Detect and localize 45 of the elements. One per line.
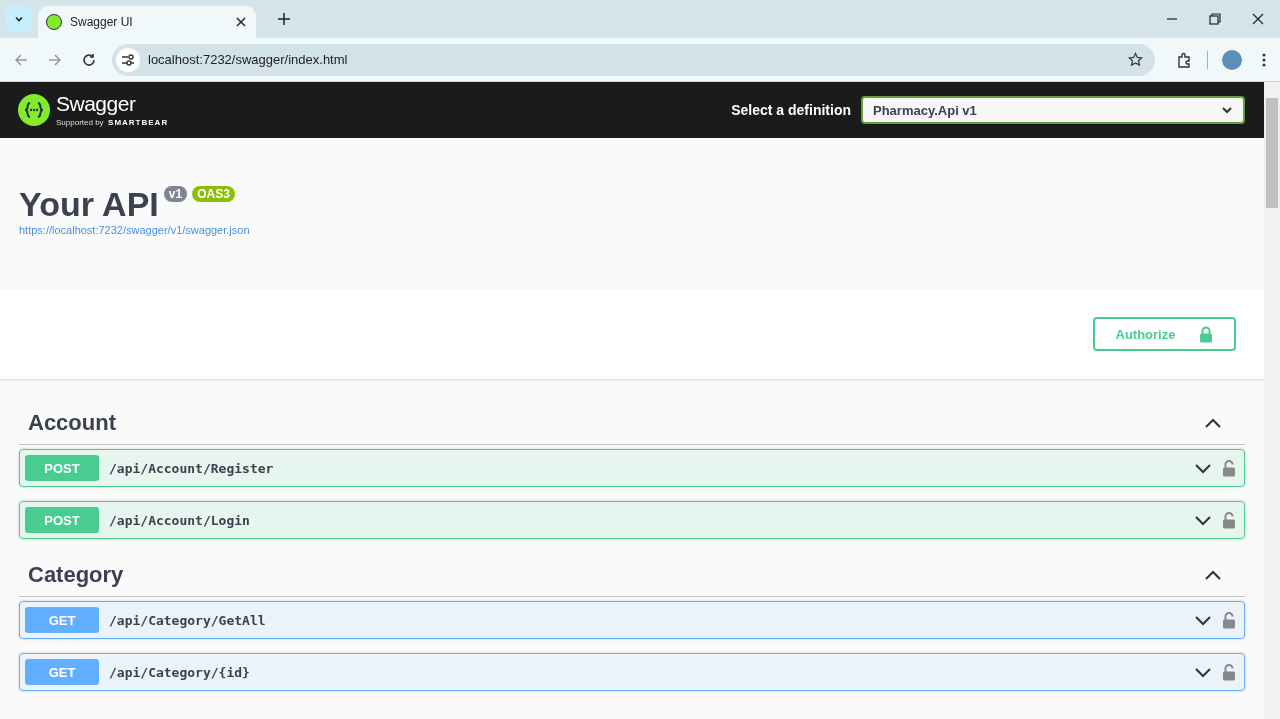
chevron-down-icon: [14, 14, 24, 24]
operation-row[interactable]: GET /api/Category/GetAll: [19, 601, 1245, 639]
new-tab-icon[interactable]: [278, 13, 290, 25]
brand-name: Swagger: [56, 92, 137, 115]
definition-select[interactable]: Pharmacy.Api v1: [861, 96, 1245, 124]
method-badge: GET: [25, 607, 99, 633]
oas-badge: OAS3: [192, 186, 235, 202]
operation-row[interactable]: POST /api/Account/Register: [19, 449, 1245, 487]
operation-row[interactable]: GET /api/Category/{id}: [19, 653, 1245, 691]
forward-icon[interactable]: [48, 52, 62, 67]
brand-tagline: Supported by: [56, 117, 104, 127]
operation-row[interactable]: POST /api/Account/Login: [19, 501, 1245, 539]
close-icon[interactable]: [1252, 13, 1264, 25]
method-badge: POST: [25, 455, 99, 481]
method-badge: POST: [25, 507, 99, 533]
endpoint-path: /api/Category/{id}: [109, 664, 251, 680]
method-badge: GET: [25, 659, 99, 685]
reload-icon[interactable]: [82, 52, 96, 67]
address-bar[interactable]: localhost:7232/swagger/index.html: [112, 43, 1155, 76]
section-title[interactable]: Account: [28, 409, 116, 436]
browser-tab[interactable]: Swagger UI: [38, 6, 256, 38]
extensions-puzzle-icon[interactable]: [1177, 51, 1193, 68]
padlock-icon[interactable]: [1222, 511, 1236, 529]
site-settings-icon[interactable]: [116, 47, 140, 72]
tab-title: Swagger UI: [70, 15, 134, 29]
back-icon[interactable]: [14, 52, 28, 67]
padlock-icon[interactable]: [1222, 459, 1236, 477]
endpoint-path: /api/Account/Register: [109, 460, 275, 476]
version-badge: v1: [163, 186, 188, 202]
restore-icon[interactable]: [1209, 13, 1221, 25]
endpoint-path: /api/Category/GetAll: [109, 612, 267, 628]
profile-avatar[interactable]: [1222, 49, 1242, 70]
close-tab-icon[interactable]: [236, 17, 246, 27]
padlock-icon[interactable]: [1222, 663, 1236, 681]
api-title: Your API: [19, 186, 159, 222]
endpoint-path: /api/Account/Login: [109, 512, 251, 528]
bookmark-star-icon[interactable]: [1128, 52, 1143, 67]
padlock-icon[interactable]: [1222, 611, 1236, 629]
more-menu-icon[interactable]: [1262, 52, 1266, 67]
padlock-icon: [1199, 325, 1214, 343]
scrollbar[interactable]: [1264, 82, 1280, 719]
brand-company: SMARTBEAR: [108, 117, 169, 127]
definition-label: Select a definition: [731, 102, 851, 118]
section-title[interactable]: Category: [28, 561, 124, 588]
chevron-down-icon: [1221, 104, 1233, 116]
